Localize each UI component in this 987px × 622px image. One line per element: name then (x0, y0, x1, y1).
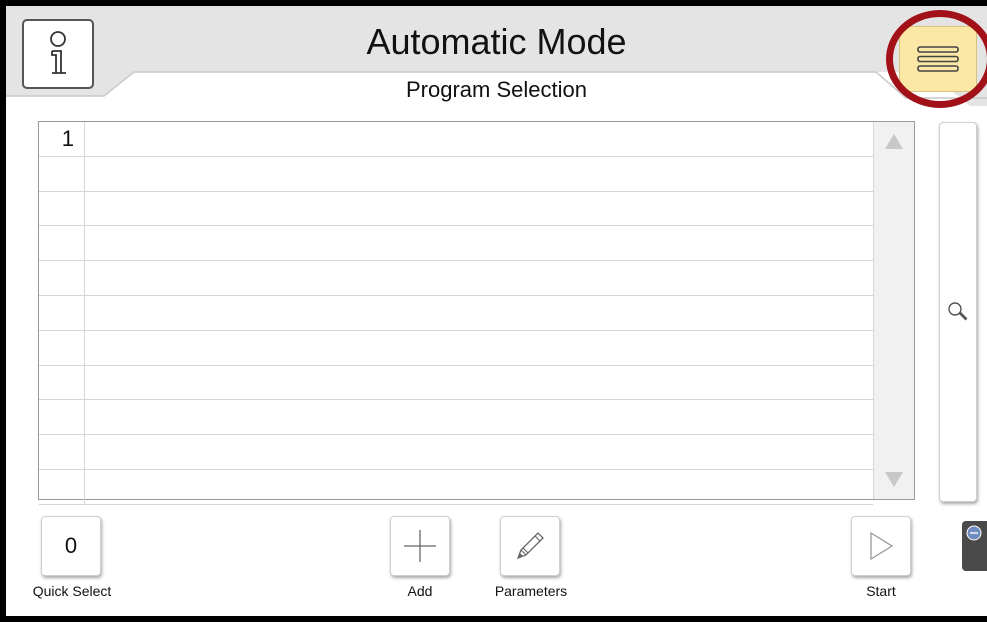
plus-icon (404, 530, 436, 562)
side-handle-tab[interactable] (962, 521, 987, 571)
play-icon (870, 531, 894, 561)
scroll-up-arrow-icon[interactable] (885, 134, 903, 149)
row-number (39, 435, 85, 469)
search-button[interactable] (939, 122, 977, 502)
quick-select-button[interactable]: 0 (41, 516, 101, 576)
scroll-down-arrow-icon[interactable] (885, 472, 903, 487)
hmi-screen: Automatic Mode Program Selection 1 0 Qui… (6, 6, 987, 616)
row-number (39, 365, 85, 400)
list-row[interactable] (39, 226, 873, 262)
list-row[interactable] (39, 469, 873, 505)
row-number (39, 295, 85, 330)
program-rows: 1 (39, 122, 873, 505)
menu-button[interactable] (899, 26, 977, 92)
list-row[interactable] (39, 365, 873, 401)
quick-select-label: Quick Select (32, 583, 112, 599)
list-row[interactable] (39, 330, 873, 366)
page-subtitle: Program Selection (406, 77, 587, 102)
list-row[interactable] (39, 400, 873, 436)
quick-select-value: 0 (64, 533, 78, 558)
list-row[interactable]: 1 (39, 122, 873, 157)
page-title: Automatic Mode (366, 21, 627, 62)
list-row[interactable] (39, 435, 873, 470)
row-number (39, 261, 85, 295)
list-row[interactable] (39, 295, 873, 331)
start-label: Start (866, 583, 896, 599)
program-list[interactable]: 1 (38, 121, 915, 505)
start-button[interactable] (851, 516, 911, 576)
row-number (39, 469, 85, 504)
swap-icon (966, 525, 982, 541)
parameters-button[interactable] (500, 516, 560, 576)
row-number (39, 226, 85, 261)
magnifier-icon (948, 302, 968, 321)
list-scrollbar[interactable] (873, 122, 914, 499)
pencil-icon (516, 532, 544, 560)
list-row[interactable] (39, 191, 873, 227)
add-button[interactable] (390, 516, 450, 576)
row-number: 1 (39, 122, 85, 156)
parameters-label: Parameters (494, 583, 568, 599)
row-number (39, 330, 85, 365)
list-row[interactable] (39, 156, 873, 192)
list-row[interactable] (39, 261, 873, 296)
add-label: Add (407, 583, 433, 599)
hamburger-menu-icon (917, 46, 959, 72)
row-number (39, 400, 85, 435)
row-number (39, 191, 85, 226)
row-number (39, 156, 85, 191)
